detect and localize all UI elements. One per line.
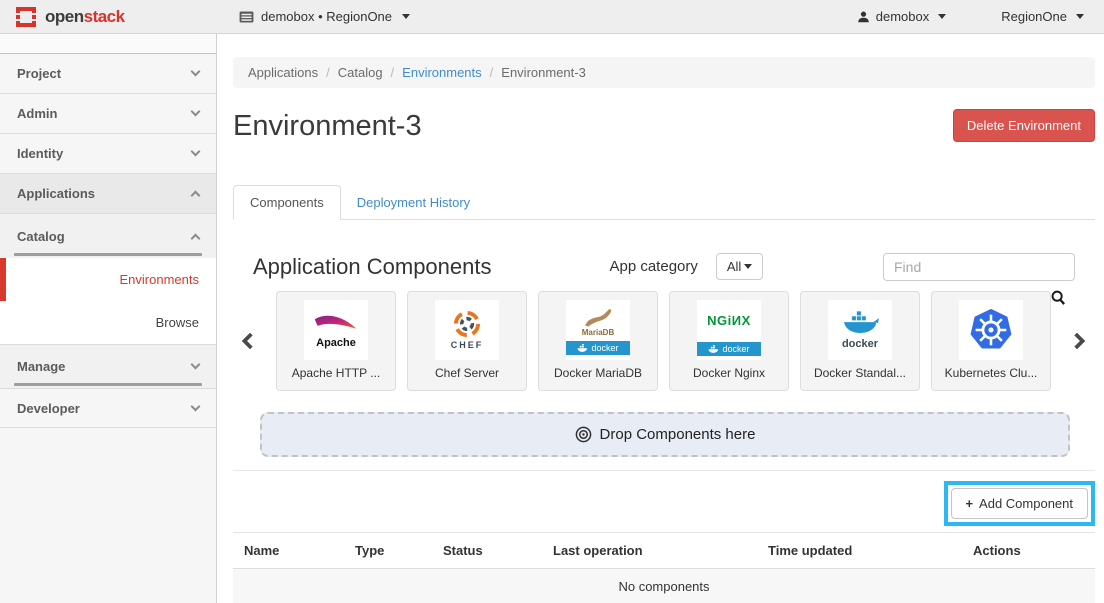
sidebar-item-browse[interactable]: Browse bbox=[0, 301, 216, 344]
sidebar-item-identity[interactable]: Identity bbox=[0, 134, 216, 174]
carousel-prev-button[interactable] bbox=[235, 291, 265, 391]
chef-logo-icon: CHEF bbox=[435, 300, 499, 360]
divider bbox=[233, 470, 1095, 471]
app-card-docker-standalone[interactable]: docker Docker Standal... bbox=[800, 291, 920, 391]
docker-logo-icon: docker bbox=[828, 300, 892, 360]
nginx-logo-icon: NGiИX docker bbox=[697, 300, 761, 360]
apache-logo-icon: Apache bbox=[304, 300, 368, 360]
kubernetes-logo-icon bbox=[959, 300, 1023, 360]
app-carousel: Apache Apache HTTP ... CHEF Chef Server bbox=[233, 291, 1095, 391]
openstack-wordmark: openstack bbox=[45, 7, 125, 27]
top-bar: openstack demobox • RegionOne demobox bbox=[0, 0, 1104, 34]
target-highlight: + Add Component bbox=[944, 481, 1095, 526]
drop-target-icon bbox=[575, 426, 592, 443]
chevron-down-icon bbox=[191, 147, 201, 157]
main-content: Applications / Catalog / Environments / … bbox=[217, 34, 1104, 603]
tab-components[interactable]: Components bbox=[233, 185, 341, 220]
section-underline bbox=[14, 253, 202, 256]
user-menu[interactable]: demobox bbox=[857, 9, 946, 24]
sidebar-item-environments[interactable]: Environments bbox=[0, 258, 216, 301]
chevron-down-icon bbox=[191, 67, 201, 77]
user-menu-label: demobox bbox=[876, 9, 929, 24]
components-section: Application Components App category All bbox=[233, 244, 1095, 457]
openstack-cube-icon bbox=[14, 6, 38, 28]
plus-icon: + bbox=[966, 496, 974, 511]
breadcrumb-current: Environment-3 bbox=[501, 65, 586, 80]
app-category-dropdown[interactable]: All bbox=[716, 253, 763, 280]
breadcrumb-separator: / bbox=[490, 65, 494, 80]
caret-down-icon bbox=[744, 264, 752, 269]
page-title: Environment-3 bbox=[233, 110, 422, 142]
sidebar: Project Admin Identity Applications Cata… bbox=[0, 34, 217, 603]
docker-badge-icon: docker bbox=[697, 342, 761, 356]
app-card-docker-nginx[interactable]: NGiИX docker Docker Nginx bbox=[669, 291, 789, 391]
chevron-down-icon bbox=[191, 107, 201, 117]
sidebar-item-manage[interactable]: Manage bbox=[0, 344, 216, 388]
caret-down-icon bbox=[1076, 14, 1084, 19]
chevron-up-icon bbox=[191, 233, 201, 243]
project-context-switcher[interactable]: demobox • RegionOne bbox=[239, 9, 410, 24]
column-header-actions: Actions bbox=[962, 533, 1095, 569]
add-component-button[interactable]: + Add Component bbox=[951, 488, 1088, 519]
app-card-docker-mariadb[interactable]: MariaDB docker Docker MariaDB bbox=[538, 291, 658, 391]
breadcrumb-separator: / bbox=[391, 65, 395, 80]
chevron-left-icon bbox=[242, 333, 259, 350]
delete-environment-button[interactable]: Delete Environment bbox=[953, 109, 1095, 142]
region-menu-label: RegionOne bbox=[1001, 9, 1067, 24]
search-icon[interactable] bbox=[1051, 290, 1065, 308]
sidebar-item-project[interactable]: Project bbox=[0, 54, 216, 94]
sidebar-item-developer[interactable]: Developer bbox=[0, 388, 216, 428]
user-icon bbox=[857, 10, 870, 24]
section-heading: Application Components bbox=[253, 254, 491, 280]
horizon-dashboard: openstack demobox • RegionOne demobox bbox=[0, 0, 1104, 603]
docker-badge-icon: docker bbox=[566, 341, 630, 355]
breadcrumb-environments-link[interactable]: Environments bbox=[402, 65, 481, 80]
breadcrumb-catalog: Catalog bbox=[338, 65, 383, 80]
column-header-name: Name bbox=[233, 533, 344, 569]
sidebar-item-admin[interactable]: Admin bbox=[0, 94, 216, 134]
breadcrumb-applications: Applications bbox=[248, 65, 318, 80]
app-card-label: Docker Standal... bbox=[814, 366, 906, 380]
app-card-apache[interactable]: Apache Apache HTTP ... bbox=[276, 291, 396, 391]
sidebar-item-applications[interactable]: Applications bbox=[0, 174, 216, 214]
carousel-next-button[interactable] bbox=[1062, 291, 1092, 391]
column-header-last-operation: Last operation bbox=[542, 533, 757, 569]
components-table: Name Type Status Last operation Time upd… bbox=[233, 532, 1095, 603]
chevron-up-icon bbox=[191, 191, 201, 201]
column-header-type: Type bbox=[344, 533, 432, 569]
app-card-label: Docker Nginx bbox=[693, 366, 765, 380]
app-card-chef[interactable]: CHEF Chef Server bbox=[407, 291, 527, 391]
sidebar-item-catalog[interactable]: Catalog bbox=[0, 214, 216, 258]
region-menu[interactable]: RegionOne bbox=[1001, 9, 1084, 24]
app-card-label: Docker MariaDB bbox=[554, 366, 642, 380]
app-card-label: Kubernetes Clu... bbox=[945, 366, 1038, 380]
context-switcher-label: demobox • RegionOne bbox=[261, 9, 392, 24]
empty-state-row: No components bbox=[233, 569, 1095, 603]
app-card-label: Chef Server bbox=[435, 366, 499, 380]
empty-state-text: No components bbox=[233, 569, 1095, 603]
tab-bar: Components Deployment History bbox=[233, 187, 1095, 220]
app-card-kubernetes[interactable]: Kubernetes Clu... bbox=[931, 291, 1051, 391]
drop-components-zone[interactable]: Drop Components here bbox=[260, 412, 1070, 457]
tab-deployment-history[interactable]: Deployment History bbox=[341, 186, 486, 219]
app-card-label: Apache HTTP ... bbox=[292, 366, 380, 380]
find-input[interactable] bbox=[883, 253, 1075, 281]
dropzone-label: Drop Components here bbox=[600, 426, 756, 443]
mariadb-logo-icon: MariaDB docker bbox=[566, 300, 630, 360]
chevron-right-icon bbox=[1069, 333, 1086, 350]
add-component-label: Add Component bbox=[979, 496, 1073, 511]
breadcrumb: Applications / Catalog / Environments / … bbox=[233, 57, 1095, 88]
section-underline bbox=[14, 383, 202, 386]
column-header-status: Status bbox=[432, 533, 542, 569]
breadcrumb-separator: / bbox=[326, 65, 330, 80]
chevron-down-icon bbox=[191, 360, 201, 370]
caret-down-icon bbox=[938, 14, 946, 19]
chevron-down-icon bbox=[191, 401, 201, 411]
openstack-logo[interactable]: openstack bbox=[14, 6, 239, 28]
app-category-label: App category bbox=[609, 258, 697, 275]
sidebar-top-stub bbox=[0, 34, 216, 54]
column-header-time-updated: Time updated bbox=[757, 533, 962, 569]
caret-down-icon bbox=[402, 14, 410, 19]
list-icon bbox=[239, 11, 254, 23]
